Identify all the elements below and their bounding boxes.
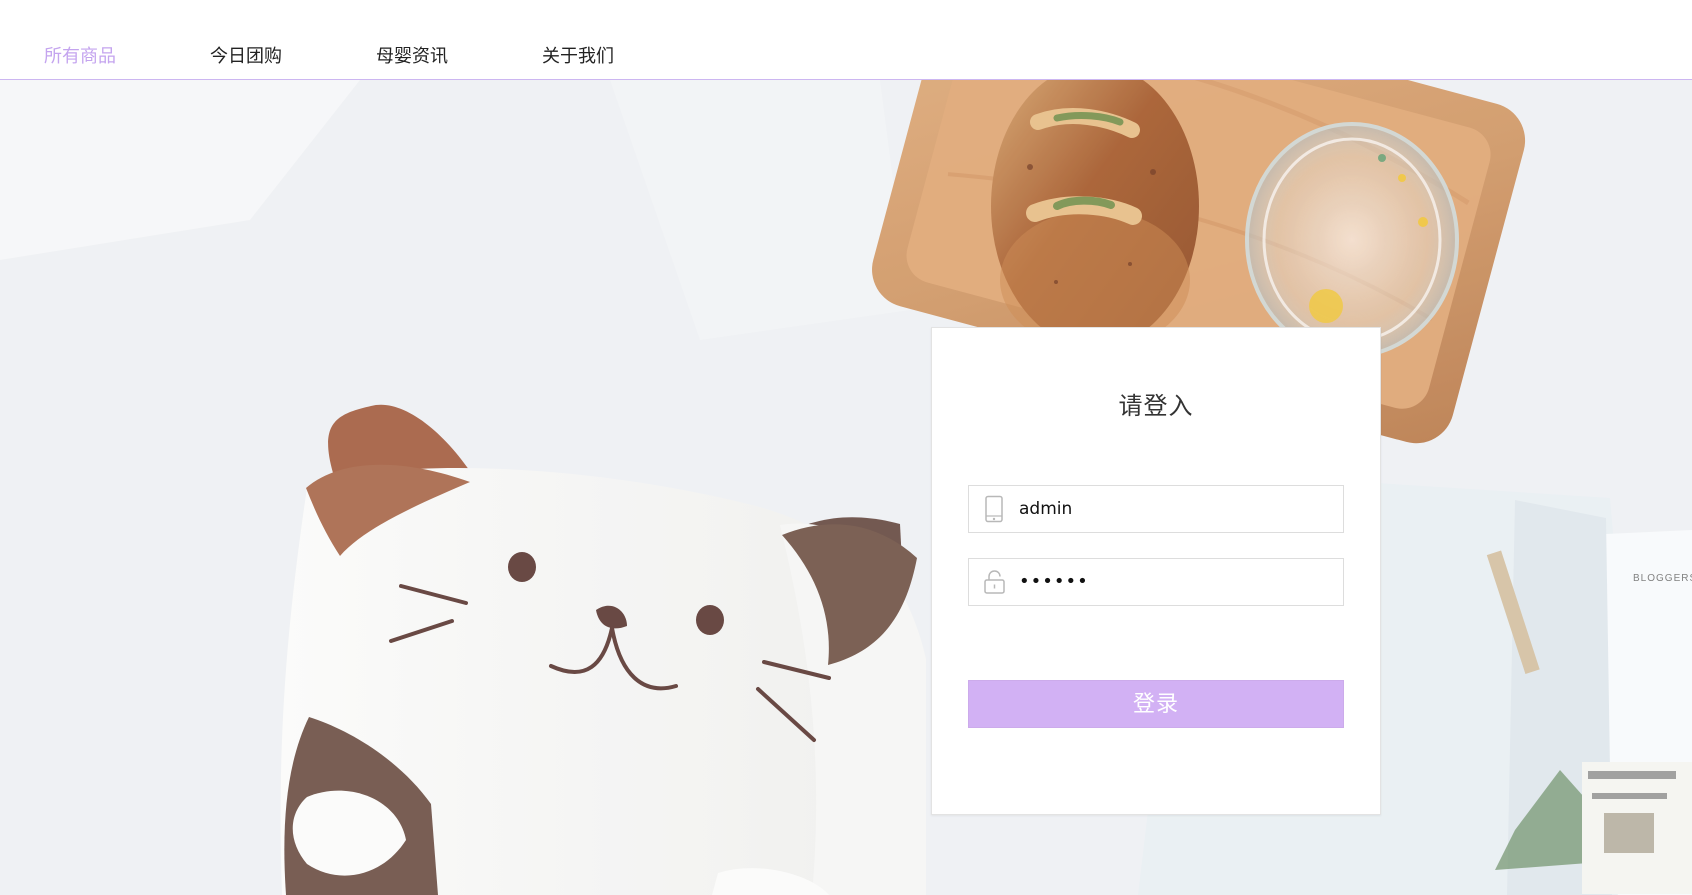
nav-maternal-baby-news[interactable]: 母婴资讯 xyxy=(376,43,448,71)
username-field[interactable] xyxy=(968,485,1344,533)
login-button[interactable]: 登录 xyxy=(968,680,1344,728)
main-navigation: 所有商品 今日团购 母婴资讯 关于我们 xyxy=(44,43,708,71)
lock-icon xyxy=(969,559,1019,605)
password-input[interactable]: •••••• xyxy=(1019,561,1329,603)
top-navigation-bar: 所有商品 今日团购 母婴资讯 关于我们 xyxy=(0,0,1692,80)
login-page: 所有商品 今日团购 母婴资讯 关于我们 BLOGGERS 请登入 admin •… xyxy=(0,0,1692,895)
nav-group-buying-today[interactable]: 今日团购 xyxy=(210,43,282,71)
cat-bread-tableware-photo: BLOGGERS xyxy=(0,80,1692,895)
login-title: 请登入 xyxy=(1118,392,1194,420)
hero-background: BLOGGERS xyxy=(0,80,1692,895)
nav-all-products[interactable]: 所有商品 xyxy=(44,43,116,71)
nav-about-us[interactable]: 关于我们 xyxy=(542,43,614,71)
password-field[interactable]: •••••• xyxy=(968,558,1344,606)
phone-icon xyxy=(969,486,1019,532)
login-card: 请登入 •••••• 登录 xyxy=(931,327,1381,815)
username-input[interactable] xyxy=(1019,488,1329,530)
